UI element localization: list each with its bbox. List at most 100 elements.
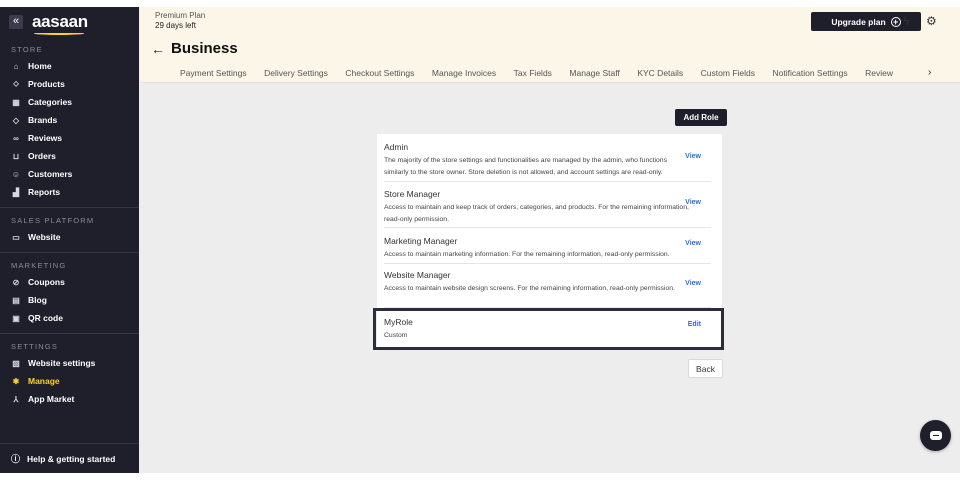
label-icon: ◇	[12, 115, 20, 125]
sidebar-item-manage[interactable]: ✱ Manage	[0, 372, 139, 390]
settings-gear-icon[interactable]: ⚙	[926, 14, 937, 28]
role-name: Admin	[384, 142, 409, 152]
role-description: Access to maintain website design screen…	[384, 285, 675, 292]
help-icon: ⓘ	[11, 454, 21, 464]
selected-role-highlight	[373, 308, 724, 350]
sidebar-item-label: Customers	[28, 169, 73, 179]
document-icon: ▤	[12, 295, 20, 305]
grid-icon: ▦	[12, 97, 20, 107]
sidebar-item-categories[interactable]: ▦ Categories	[0, 93, 139, 111]
upgrade-plan-label: Upgrade plan	[831, 16, 886, 27]
section-marketing: MARKETING	[11, 261, 67, 270]
chat-widget-button[interactable]	[920, 420, 951, 451]
sidebar-item-label: Categories	[28, 97, 72, 107]
role-name: Store Manager	[384, 189, 441, 199]
add-role-button[interactable]: Add Role	[675, 109, 727, 126]
gear-icon: ✱	[12, 376, 20, 386]
back-button[interactable]: Back	[688, 359, 723, 378]
sidebar-item-label: Coupons	[28, 277, 65, 287]
view-role-link[interactable]: View	[685, 199, 701, 206]
qr-code-icon: ▣	[12, 313, 20, 323]
role-name: Website Manager	[384, 270, 451, 280]
sidebar-divider	[0, 333, 139, 334]
bar-chart-icon: ▟	[12, 187, 20, 197]
settings-tabs: Payment Settings Delivery Settings Check…	[180, 68, 911, 78]
tab-custom-fields[interactable]: Custom Fields	[701, 68, 755, 78]
page-title: Business	[171, 40, 238, 57]
sidebar-item-qr-code[interactable]: ▣ QR code	[0, 309, 139, 327]
sidebar-item-help[interactable]: ⓘ Help & getting started	[0, 443, 139, 473]
sidebar-item-label: Orders	[28, 151, 56, 161]
tag-icon: ⬦	[13, 79, 19, 88]
sidebar-item-label: Website	[28, 232, 61, 242]
sidebar-divider	[0, 207, 139, 208]
role-item-store-manager: Store Manager Access to maintain and kee…	[384, 189, 711, 228]
sidebar-item-website[interactable]: ▭ Website	[0, 228, 139, 246]
chevron-right-icon[interactable]: ›	[928, 67, 931, 78]
role-description: The majority of the store settings and f…	[384, 157, 667, 176]
role-name: Marketing Manager	[384, 236, 458, 246]
sidebar-item-blog[interactable]: ▤ Blog	[0, 291, 139, 309]
sidebar-item-label: Reports	[28, 187, 61, 197]
brand-bar: « aasaan	[0, 7, 139, 37]
home-icon: ⌂	[13, 61, 19, 71]
sidebar-item-label: Manage	[28, 376, 60, 386]
tab-review[interactable]: Review	[865, 68, 893, 78]
sidebar-item-app-market[interactable]: ⅄ App Market	[0, 390, 139, 408]
sidebar-item-label: Home	[28, 61, 52, 71]
sidebar-item-customers[interactable]: ☺ Customers	[0, 165, 139, 183]
monitor-icon: ▭	[12, 232, 20, 242]
tab-payment-settings[interactable]: Payment Settings	[180, 68, 247, 78]
tab-delivery-settings[interactable]: Delivery Settings	[264, 68, 328, 78]
chat-icon	[929, 431, 942, 440]
view-role-link[interactable]: View	[685, 153, 701, 160]
tab-notification-settings[interactable]: Notification Settings	[773, 68, 848, 78]
section-store: STORE	[11, 45, 43, 54]
back-arrow-icon[interactable]: ←	[151, 41, 165, 57]
lightning-icon[interactable]: ϟ	[903, 14, 909, 28]
tab-tax-fields[interactable]: Tax Fields	[514, 68, 552, 78]
sidebar-item-label: Blog	[28, 295, 47, 305]
section-sales-platform: SALES PLATFORM	[11, 216, 95, 225]
plan-info: Premium Plan 29 days left	[155, 11, 205, 31]
plan-days-left: 29 days left	[155, 21, 196, 30]
percent-icon: ⊘	[12, 277, 20, 287]
sidebar-item-products[interactable]: ⬦ Products	[0, 75, 139, 93]
tab-checkout-settings[interactable]: Checkout Settings	[345, 68, 414, 78]
sidebar-item-website-settings[interactable]: ▧ Website settings	[0, 354, 139, 372]
sidebar-item-reports[interactable]: ▟ Reports	[0, 183, 139, 201]
sidebar-item-label: Help & getting started	[27, 453, 116, 464]
sidebar: « aasaan STORE ⌂ Home ⬦ Products ▦ Categori…	[0, 7, 139, 473]
section-settings: SETTINGS	[11, 342, 59, 351]
logo[interactable]: aasaan	[32, 12, 88, 35]
sidebar-divider	[0, 252, 139, 253]
apps-icon: ⅄	[13, 394, 19, 404]
sidebar-item-label: Reviews	[28, 133, 63, 143]
link-icon: ∞	[13, 133, 19, 143]
tab-kyc-details[interactable]: KYC Details	[637, 68, 683, 78]
plus-circle-icon: +	[890, 16, 901, 27]
tab-manage-invoices[interactable]: Manage Invoices	[432, 68, 496, 78]
view-role-link[interactable]: View	[685, 240, 701, 247]
role-description: Access to maintain marketing information…	[384, 251, 670, 258]
sidebar-item-home[interactable]: ⌂ Home	[0, 57, 139, 75]
sidebar-item-reviews[interactable]: ∞ Reviews	[0, 129, 139, 147]
role-description: Access to maintain and keep track of ord…	[384, 204, 689, 223]
image-icon: ▧	[12, 358, 20, 368]
logo-text: aasaan	[32, 12, 88, 31]
role-item-admin: Admin The majority of the store settings…	[384, 142, 711, 182]
sidebar-item-brands[interactable]: ◇ Brands	[0, 111, 139, 129]
sidebar-item-coupons[interactable]: ⊘ Coupons	[0, 273, 139, 291]
users-icon: ☺	[11, 169, 21, 179]
sidebar-item-orders[interactable]: ⊔ Orders	[0, 147, 139, 165]
sidebar-item-label: App Market	[28, 394, 75, 404]
top-header: Premium Plan 29 days left Upgrade plan +…	[140, 7, 960, 83]
tab-manage-staff[interactable]: Manage Staff	[569, 68, 619, 78]
role-item-marketing-manager: Marketing Manager Access to maintain mar…	[384, 236, 711, 264]
sidebar-item-label: Products	[28, 79, 65, 89]
view-role-link[interactable]: View	[685, 280, 701, 287]
collapse-sidebar-icon[interactable]: «	[9, 15, 23, 29]
plan-name: Premium Plan	[155, 11, 206, 20]
logo-smile-mark	[34, 32, 84, 35]
role-item-website-manager: Website Manager Access to maintain websi…	[384, 270, 711, 308]
